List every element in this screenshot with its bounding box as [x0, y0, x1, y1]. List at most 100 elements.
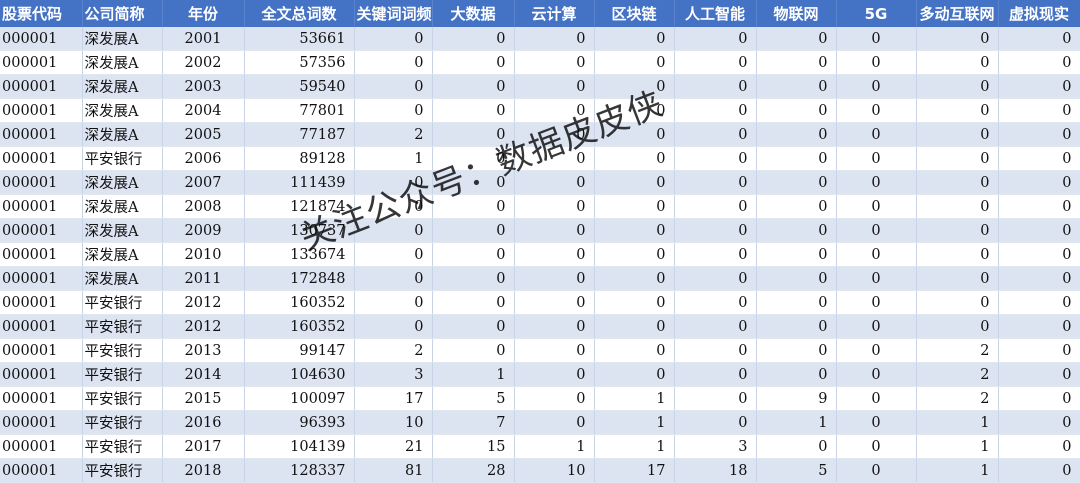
table-cell[interactable]: 2 — [916, 362, 999, 387]
table-cell[interactable]: 深发展A — [82, 74, 163, 99]
table-cell[interactable]: 21 — [354, 434, 433, 459]
table-cell[interactable]: 深发展A — [82, 218, 163, 243]
table-cell[interactable]: 0 — [514, 386, 595, 411]
table-cell[interactable]: 0 — [432, 122, 515, 147]
table-cell[interactable]: 0 — [916, 146, 999, 171]
table-cell[interactable]: 0 — [514, 242, 595, 267]
table-cell[interactable]: 0 — [514, 122, 595, 147]
table-cell[interactable]: 0 — [432, 146, 515, 171]
table-cell[interactable]: 0 — [998, 218, 1080, 243]
table-cell[interactable]: 2012 — [162, 314, 245, 339]
table-cell[interactable]: 0 — [998, 146, 1080, 171]
table-cell[interactable]: 2013 — [162, 338, 245, 363]
table-cell[interactable]: 1 — [916, 410, 999, 435]
table-cell[interactable]: 0 — [916, 122, 999, 147]
table-cell[interactable]: 0 — [916, 218, 999, 243]
column-header[interactable]: 全文总词数 — [244, 0, 355, 27]
table-cell[interactable]: 0 — [594, 362, 675, 387]
table-cell[interactable]: 0 — [432, 242, 515, 267]
table-cell[interactable]: 0 — [674, 50, 757, 75]
table-cell[interactable]: 0 — [514, 27, 595, 51]
table-cell[interactable]: 0 — [432, 74, 515, 99]
table-cell[interactable]: 000001 — [0, 314, 83, 339]
table-cell[interactable]: 深发展A — [82, 194, 163, 219]
table-cell[interactable]: 0 — [594, 122, 675, 147]
table-cell[interactable]: 0 — [998, 266, 1080, 291]
table-cell[interactable]: 0 — [836, 122, 917, 147]
table-cell[interactable]: 2006 — [162, 146, 245, 171]
table-cell[interactable]: 0 — [756, 266, 837, 291]
table-cell[interactable]: 0 — [836, 434, 917, 459]
table-cell[interactable]: 0 — [594, 314, 675, 339]
table-cell[interactable]: 0 — [836, 314, 917, 339]
table-cell[interactable]: 2018 — [162, 458, 245, 483]
table-cell[interactable]: 2008 — [162, 194, 245, 219]
table-cell[interactable]: 深发展A — [82, 266, 163, 291]
table-cell[interactable]: 0 — [998, 50, 1080, 75]
table-cell[interactable]: 0 — [916, 242, 999, 267]
table-cell[interactable]: 0 — [674, 146, 757, 171]
table-cell[interactable]: 平安银行 — [82, 458, 163, 483]
table-cell[interactable]: 160352 — [244, 314, 355, 339]
table-cell[interactable]: 深发展A — [82, 170, 163, 195]
table-cell[interactable]: 0 — [594, 98, 675, 123]
table-cell[interactable]: 0 — [916, 50, 999, 75]
table-cell[interactable]: 17 — [594, 458, 675, 483]
table-cell[interactable]: 000001 — [0, 98, 83, 123]
table-cell[interactable]: 0 — [836, 98, 917, 123]
table-cell[interactable]: 59540 — [244, 74, 355, 99]
table-cell[interactable]: 0 — [756, 218, 837, 243]
table-cell[interactable]: 000001 — [0, 410, 83, 435]
table-cell[interactable]: 0 — [674, 242, 757, 267]
table-cell[interactable]: 0 — [354, 242, 433, 267]
table-cell[interactable]: 172848 — [244, 266, 355, 291]
table-cell[interactable]: 0 — [756, 242, 837, 267]
table-cell[interactable]: 0 — [756, 362, 837, 387]
table-cell[interactable]: 2 — [354, 338, 433, 363]
table-cell[interactable]: 0 — [756, 50, 837, 75]
table-cell[interactable]: 0 — [594, 290, 675, 315]
column-header[interactable]: 虚拟现实 — [998, 0, 1080, 27]
table-cell[interactable]: 0 — [354, 266, 433, 291]
table-cell[interactable]: 1 — [594, 434, 675, 459]
table-cell[interactable]: 0 — [836, 74, 917, 99]
table-cell[interactable]: 0 — [432, 50, 515, 75]
table-cell[interactable]: 0 — [354, 218, 433, 243]
table-cell[interactable]: 0 — [916, 290, 999, 315]
table-cell[interactable]: 2017 — [162, 434, 245, 459]
table-cell[interactable]: 000001 — [0, 458, 83, 483]
table-cell[interactable]: 0 — [354, 27, 433, 51]
table-cell[interactable]: 2001 — [162, 27, 245, 51]
table-cell[interactable]: 000001 — [0, 27, 83, 51]
table-cell[interactable]: 0 — [836, 218, 917, 243]
table-cell[interactable]: 0 — [674, 266, 757, 291]
table-cell[interactable]: 0 — [998, 122, 1080, 147]
table-cell[interactable]: 000001 — [0, 434, 83, 459]
table-cell[interactable]: 000001 — [0, 290, 83, 315]
table-cell[interactable]: 平安银行 — [82, 434, 163, 459]
table-cell[interactable]: 平安银行 — [82, 314, 163, 339]
column-header[interactable]: 年份 — [162, 0, 245, 27]
table-cell[interactable]: 111439 — [244, 170, 355, 195]
table-cell[interactable]: 0 — [674, 27, 757, 51]
table-cell[interactable]: 深发展A — [82, 122, 163, 147]
table-cell[interactable]: 0 — [836, 242, 917, 267]
table-cell[interactable]: 0 — [674, 338, 757, 363]
table-cell[interactable]: 0 — [514, 266, 595, 291]
table-cell[interactable]: 2 — [354, 122, 433, 147]
table-cell[interactable]: 0 — [836, 194, 917, 219]
column-header[interactable]: 5G — [836, 0, 917, 27]
table-cell[interactable]: 2003 — [162, 74, 245, 99]
table-cell[interactable]: 平安银行 — [82, 410, 163, 435]
table-cell[interactable]: 0 — [756, 122, 837, 147]
table-cell[interactable]: 深发展A — [82, 242, 163, 267]
table-cell[interactable]: 0 — [998, 194, 1080, 219]
table-cell[interactable]: 2011 — [162, 266, 245, 291]
table-cell[interactable]: 0 — [354, 290, 433, 315]
table-cell[interactable]: 10 — [514, 458, 595, 483]
table-cell[interactable]: 1 — [432, 362, 515, 387]
table-cell[interactable]: 0 — [916, 98, 999, 123]
table-cell[interactable]: 平安银行 — [82, 146, 163, 171]
column-header[interactable]: 人工智能 — [674, 0, 757, 27]
column-header[interactable]: 云计算 — [514, 0, 595, 27]
